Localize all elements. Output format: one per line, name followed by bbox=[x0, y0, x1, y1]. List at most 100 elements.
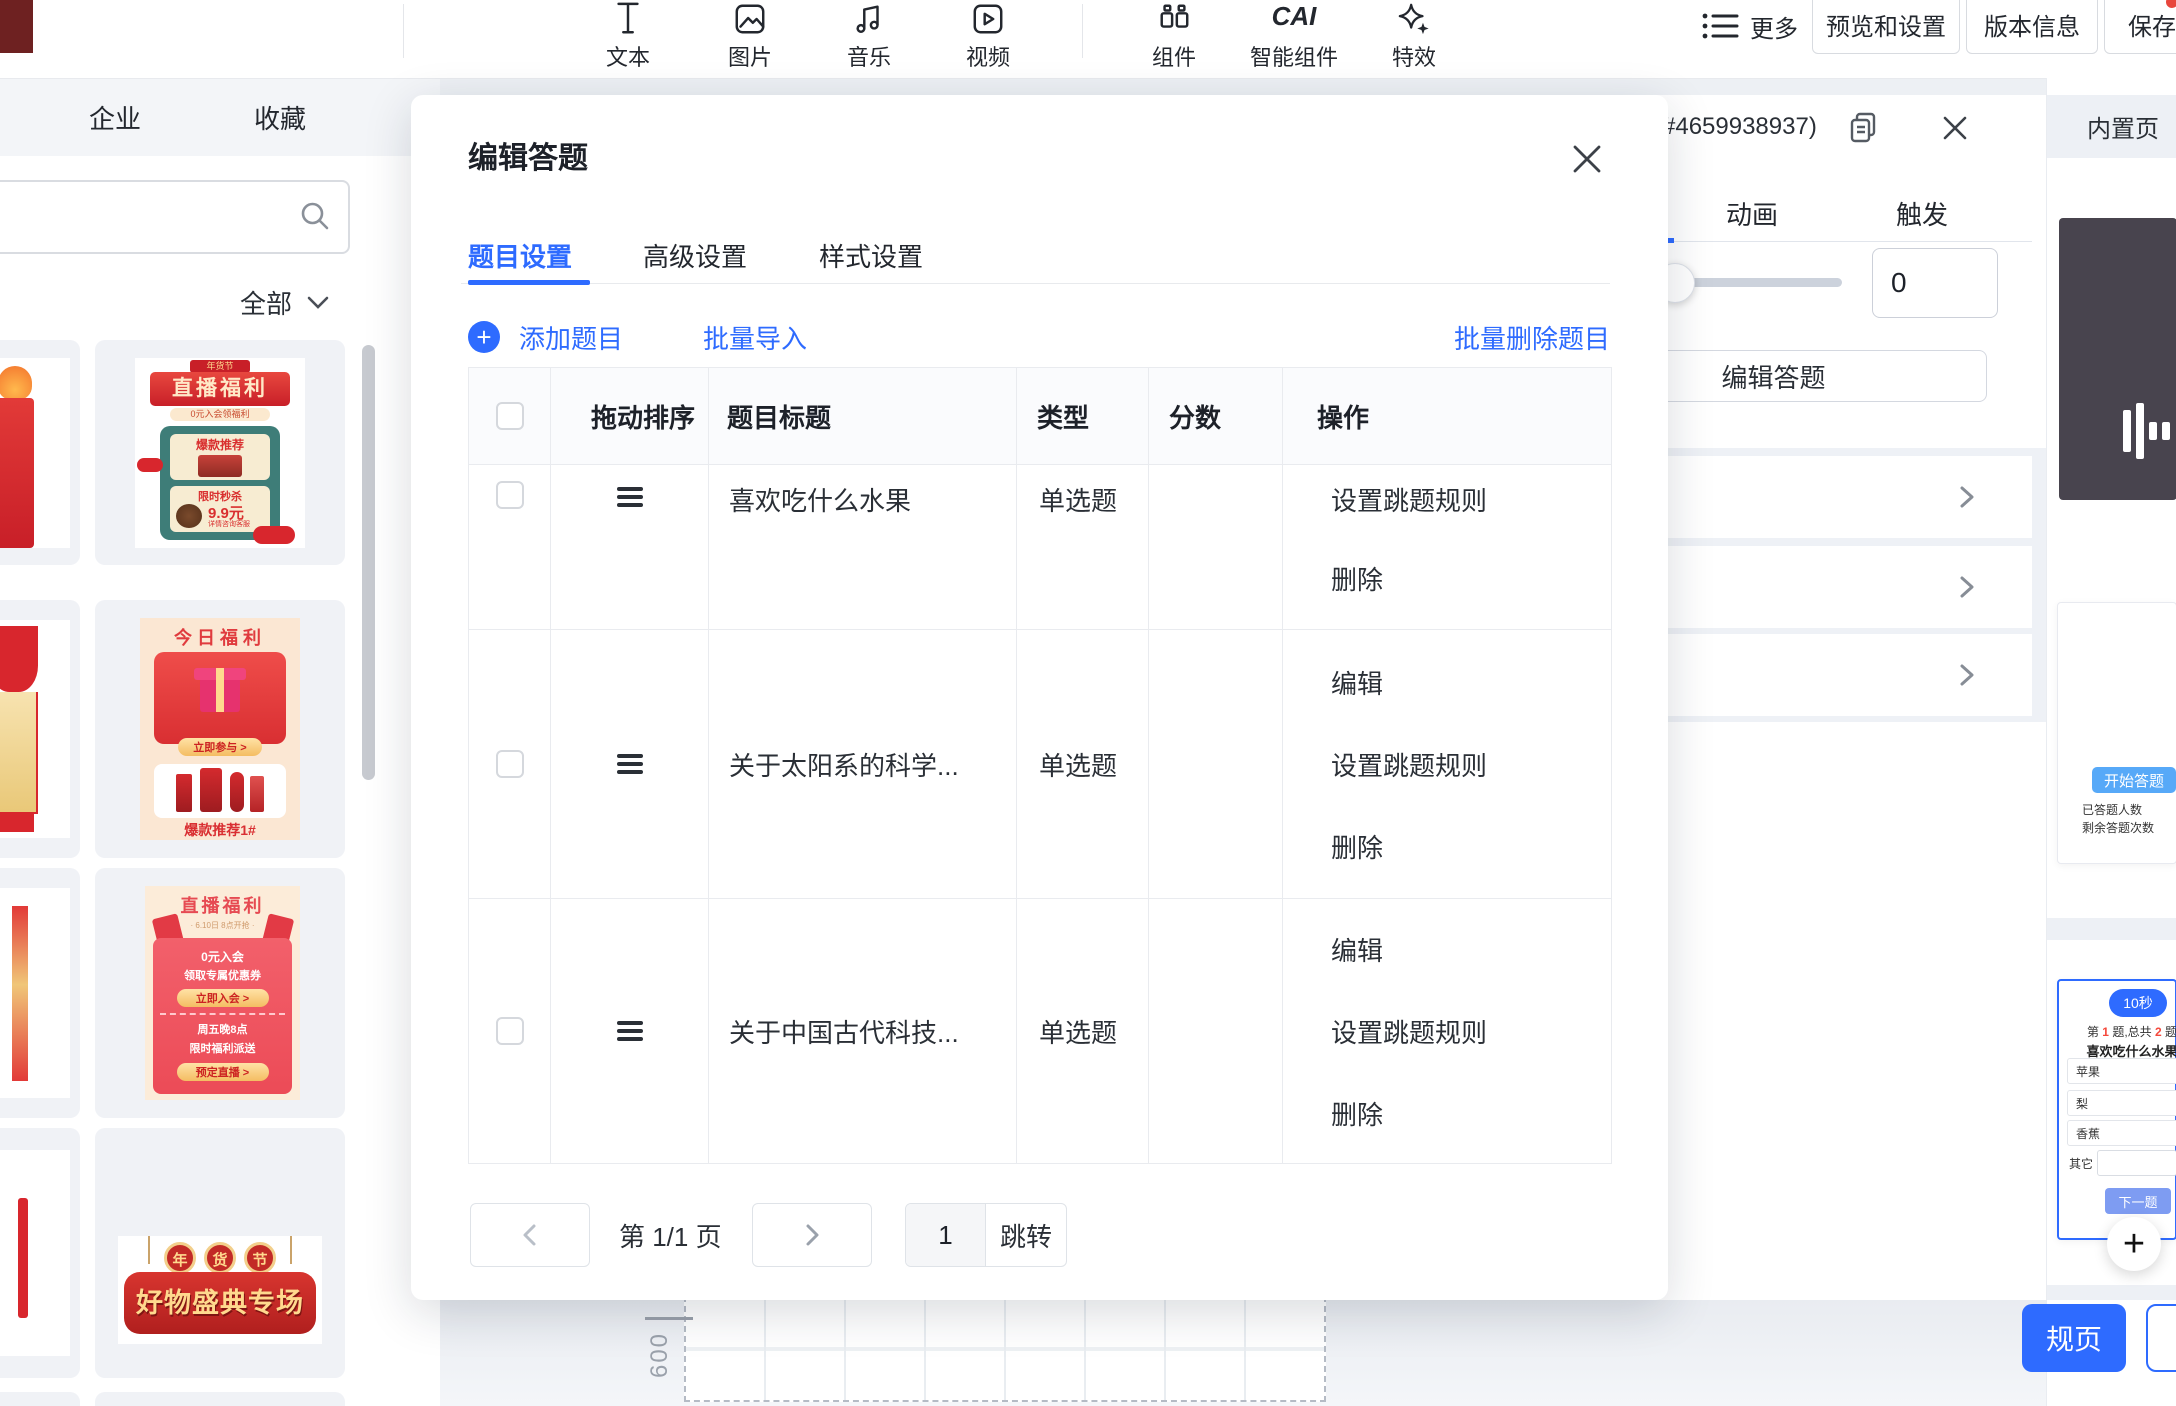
table-row: 关于中国古代科技... 单选题 编辑 设置跳题规则 删除 bbox=[469, 899, 1611, 1164]
card-title: 直播福利 bbox=[180, 896, 265, 916]
bottle-graphic bbox=[250, 776, 264, 812]
quiz-progress: 第 1 题,总共 2 题 bbox=[2086, 1025, 2176, 1039]
modal-title: 编辑答题 bbox=[468, 142, 588, 175]
stat-label: 剩余答题次数 bbox=[2082, 821, 2155, 835]
toolbar-tool-label: 特效 bbox=[1391, 45, 1436, 70]
template-card-live-envelope[interactable]: 直播福利 · 6.10日 8点开抢 · 0元入会 领取专属优惠券 立即入会 > … bbox=[95, 868, 345, 1118]
sidebar-tab-enterprise[interactable]: 企业 bbox=[60, 78, 170, 156]
table-row: 关于太阳系的科学... 单选题 编辑 设置跳题规则 删除 bbox=[469, 630, 1611, 899]
settings-row[interactable] bbox=[1640, 546, 2032, 628]
festival-tag: 货 bbox=[204, 1242, 236, 1274]
card-title: 今日福利 bbox=[174, 628, 266, 648]
template-card-live-benefits[interactable]: 年货节 直播福利 0元入会领福利 爆款推荐 限时秒杀 9.9元 详情咨询客服 bbox=[95, 340, 345, 565]
builtin-pages-header[interactable]: 内置页 bbox=[2047, 95, 2176, 158]
tab-animation[interactable]: 动画 bbox=[1726, 195, 1778, 232]
card-line: 领取专属优惠券 bbox=[184, 970, 261, 982]
next-page-button[interactable] bbox=[752, 1203, 872, 1267]
template-card[interactable] bbox=[0, 1392, 80, 1406]
toolbar: 文本 图片 音乐 视频 组件 CAI 智能组件 特效 更多 预览和设置 版本信息… bbox=[0, 0, 2176, 79]
festival-tag: 年 bbox=[164, 1242, 196, 1274]
edit-action[interactable]: 编辑 bbox=[1331, 931, 1611, 968]
tab-advanced-settings[interactable]: 高级设置 bbox=[643, 237, 747, 274]
close-icon[interactable] bbox=[1569, 141, 1609, 181]
quiz-other-input bbox=[2097, 1150, 2176, 1176]
search-input[interactable] bbox=[0, 180, 350, 254]
more-menu[interactable]: 更多 bbox=[1700, 8, 1798, 44]
delay-value-input[interactable] bbox=[1872, 248, 1998, 318]
page-thumbnail-quiz-start[interactable]: 开始答题 已答题人数 1 剩余答题次数 1 bbox=[2057, 602, 2176, 864]
button-label: 批量导入 bbox=[703, 324, 808, 354]
sidebar-scrollbar[interactable] bbox=[362, 345, 375, 780]
toolbar-tool-text[interactable]: 文本 bbox=[568, 0, 688, 72]
save-badge-dot bbox=[2166, 0, 2176, 8]
delete-action[interactable]: 删除 bbox=[1331, 828, 1611, 865]
batch-import-button[interactable]: 批量导入 bbox=[703, 319, 807, 356]
toolbar-tool-video[interactable]: 视频 bbox=[928, 0, 1048, 72]
delete-action[interactable]: 删除 bbox=[1331, 560, 1611, 597]
component-icon bbox=[1114, 0, 1234, 36]
sidebar-tab-favorites[interactable]: 收藏 bbox=[225, 78, 335, 156]
question-type: 单选题 bbox=[1039, 486, 1118, 516]
drag-handle-icon[interactable] bbox=[616, 750, 643, 778]
add-question-button[interactable]: 添加题目 bbox=[519, 319, 623, 356]
button-label: 添加题目 bbox=[519, 324, 624, 354]
tabs-divider bbox=[1640, 241, 2032, 242]
template-card[interactable] bbox=[0, 600, 80, 858]
row-checkbox[interactable] bbox=[495, 1017, 524, 1045]
toolbar-tool-image[interactable]: 图片 bbox=[690, 0, 810, 72]
set-skip-rule-action[interactable]: 设置跳题规则 bbox=[1331, 481, 1611, 518]
toolbar-tool-label: 智能组件 bbox=[1249, 45, 1338, 70]
toolbar-tool-effects[interactable]: 特效 bbox=[1354, 0, 1474, 72]
page-thumbnail-audio[interactable] bbox=[2059, 218, 2176, 500]
save-button[interactable]: 保存 bbox=[2104, 0, 2176, 54]
quiz-other-label: 其它 bbox=[2069, 1157, 2094, 1171]
toolbar-tool-component[interactable]: 组件 bbox=[1114, 0, 1234, 72]
drag-handle-icon[interactable] bbox=[616, 1017, 643, 1045]
template-card[interactable] bbox=[0, 1128, 80, 1378]
header-label: 内置页 bbox=[2087, 116, 2159, 143]
version-info-button[interactable]: 版本信息 bbox=[1966, 0, 2098, 54]
drag-handle-icon[interactable] bbox=[616, 483, 643, 629]
set-skip-rule-action[interactable]: 设置跳题规则 bbox=[1331, 1013, 1611, 1050]
tab-question-settings[interactable]: 题目设置 bbox=[468, 237, 572, 274]
template-card[interactable] bbox=[95, 1392, 345, 1406]
close-icon[interactable] bbox=[1940, 113, 1970, 143]
cloud-graphic bbox=[137, 458, 163, 472]
batch-delete-button[interactable]: 批量删除题目 bbox=[1454, 319, 1610, 356]
start-quiz-button: 开始答题 bbox=[2092, 767, 2176, 793]
plus-icon: + bbox=[468, 321, 500, 353]
row-checkbox[interactable] bbox=[495, 481, 524, 509]
copy-icon[interactable] bbox=[1848, 111, 1878, 143]
delete-action[interactable]: 删除 bbox=[1331, 1095, 1611, 1132]
row-checkbox[interactable] bbox=[495, 750, 524, 778]
tab-style-settings[interactable]: 样式设置 bbox=[819, 237, 923, 274]
quiz-option: 苹果 bbox=[2067, 1058, 2176, 1084]
page-jump-button[interactable]: 跳转 bbox=[986, 1204, 1066, 1266]
tab-label: 高级设置 bbox=[643, 242, 748, 272]
secondary-page-button[interactable] bbox=[2146, 1304, 2176, 1372]
canvas-page-outline[interactable] bbox=[684, 1296, 1326, 1402]
button-label: 开始答题 bbox=[2103, 772, 2164, 790]
button-label: 预览和设置 bbox=[1826, 13, 1946, 41]
template-card[interactable] bbox=[0, 340, 80, 565]
toolbar-tool-smart-component[interactable]: CAI 智能组件 bbox=[1219, 0, 1369, 72]
filter-dropdown[interactable]: 全部 bbox=[240, 284, 330, 321]
page-thumbnail-quiz-question[interactable]: 10秒 第 1 题,总共 2 题 喜欢吃什么水果 苹果 梨 香蕉 其它 下一题 bbox=[2057, 979, 2176, 1240]
tab-trigger[interactable]: 触发 bbox=[1896, 195, 1948, 232]
select-all-checkbox[interactable] bbox=[495, 402, 524, 430]
template-card-festival[interactable]: 年 货 节 好物盛典专场 bbox=[95, 1128, 345, 1378]
page-jump-input[interactable]: 1 bbox=[906, 1204, 986, 1266]
prev-page-button[interactable] bbox=[470, 1203, 590, 1267]
sidebar-tabbar: 企业 收藏 bbox=[0, 78, 440, 156]
preview-settings-button[interactable]: 预览和设置 bbox=[1812, 0, 1960, 54]
regular-page-button[interactable]: 规页 bbox=[2022, 1304, 2126, 1372]
toolbar-tool-music[interactable]: 音乐 bbox=[809, 0, 929, 72]
add-page-button[interactable]: + bbox=[2107, 1217, 2161, 1271]
set-skip-rule-action[interactable]: 设置跳题规则 bbox=[1331, 746, 1611, 783]
template-card-today-benefits[interactable]: 今日福利 立即参与 > 爆款推荐1# bbox=[95, 600, 345, 858]
settings-row[interactable] bbox=[1640, 456, 2032, 538]
column-header: 分数 bbox=[1169, 402, 1222, 433]
template-card[interactable] bbox=[0, 868, 80, 1118]
settings-row[interactable] bbox=[1640, 634, 2032, 716]
edit-action[interactable]: 编辑 bbox=[1331, 664, 1611, 701]
